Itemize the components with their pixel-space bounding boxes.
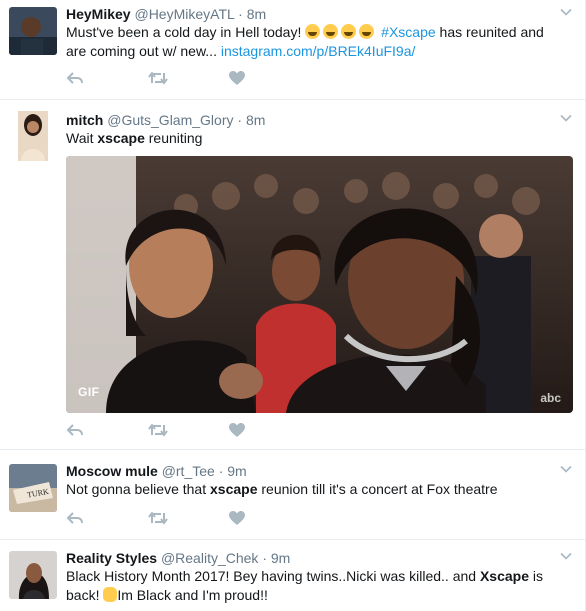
tweet-text-part: Black History Month 2017! Bey having twi… bbox=[66, 568, 480, 584]
joy-emoji bbox=[305, 24, 321, 39]
avatar[interactable] bbox=[9, 7, 57, 55]
timestamp[interactable]: 8m bbox=[246, 112, 265, 128]
user-handle[interactable]: @HeyMikeyATL bbox=[134, 6, 234, 22]
gif-media[interactable]: GIF abc bbox=[66, 156, 573, 413]
separator-dot: · bbox=[237, 112, 243, 128]
heart-icon[interactable] bbox=[228, 422, 246, 438]
display-name[interactable]: mitch bbox=[66, 112, 103, 128]
user-handle[interactable]: @rt_Tee bbox=[162, 463, 215, 479]
tweet-text: Wait xscape reuniting bbox=[66, 129, 564, 148]
tweet-actions bbox=[66, 510, 266, 530]
timestamp[interactable]: 9m bbox=[271, 550, 290, 566]
separator-dot: · bbox=[218, 463, 224, 479]
tweet[interactable]: Reality Styles @Reality_Chek · 9m Black … bbox=[0, 540, 585, 611]
tweet-text: Black History Month 2017! Bey having twi… bbox=[66, 567, 564, 605]
tweet-text-bold: xscape bbox=[97, 130, 145, 146]
tweet-header: mitch @Guts_Glam_Glory · 8m bbox=[66, 111, 265, 129]
tweet[interactable]: HeyMikey @HeyMikeyATL · 8m Must've been … bbox=[0, 0, 585, 100]
tweet-text-bold: xscape bbox=[210, 481, 258, 497]
tweet-text: Not gonna believe that xscape reunion ti… bbox=[66, 480, 564, 499]
timestamp[interactable]: 9m bbox=[227, 463, 246, 479]
display-name[interactable]: HeyMikey bbox=[66, 6, 131, 22]
joy-emoji-group bbox=[305, 24, 377, 40]
reply-icon[interactable] bbox=[66, 510, 84, 526]
tweet-header: HeyMikey @HeyMikeyATL · 8m bbox=[66, 5, 266, 23]
gif-frame bbox=[66, 156, 573, 413]
tweet-feed: HeyMikey @HeyMikeyATL · 8m Must've been … bbox=[0, 0, 586, 611]
tweet-text-part: Wait bbox=[66, 130, 98, 146]
retweet-icon[interactable] bbox=[148, 510, 168, 526]
joy-emoji bbox=[323, 24, 339, 39]
chevron-down-icon[interactable] bbox=[560, 112, 572, 124]
tweet[interactable]: mitch @Guts_Glam_Glory · 8m Wait xscape … bbox=[0, 100, 585, 450]
chevron-down-icon[interactable] bbox=[560, 6, 572, 18]
timestamp[interactable]: 8m bbox=[247, 6, 266, 22]
user-handle[interactable]: @Reality_Chek bbox=[161, 550, 258, 566]
joy-emoji bbox=[359, 24, 375, 39]
tweet-text-part: reunion till it's a concert at Fox theat… bbox=[257, 481, 498, 497]
display-name[interactable]: Moscow mule bbox=[66, 463, 158, 479]
display-name[interactable]: Reality Styles bbox=[66, 550, 157, 566]
avatar[interactable]: TURK bbox=[9, 464, 57, 512]
gif-badge: GIF bbox=[78, 385, 100, 399]
url-link[interactable]: instagram.com/p/BREk4IuFI9a/ bbox=[221, 43, 416, 59]
chevron-down-icon[interactable] bbox=[560, 463, 572, 475]
heart-icon[interactable] bbox=[228, 510, 246, 526]
reply-icon[interactable] bbox=[66, 422, 84, 438]
tweet-text: Must've been a cold day in Hell today! #… bbox=[66, 23, 564, 61]
separator-dot: · bbox=[262, 550, 267, 566]
tweet-actions bbox=[66, 422, 266, 442]
watermark: abc bbox=[540, 391, 561, 405]
separator-dot: · bbox=[238, 6, 243, 22]
reply-icon[interactable] bbox=[66, 70, 84, 86]
user-handle[interactable]: @Guts_Glam_Glory bbox=[107, 112, 233, 128]
tweet-text-part: Not gonna believe that bbox=[66, 481, 210, 497]
avatar[interactable] bbox=[18, 111, 48, 161]
retweet-icon[interactable] bbox=[148, 70, 168, 86]
heart-icon[interactable] bbox=[228, 70, 246, 86]
chevron-down-icon[interactable] bbox=[560, 550, 572, 562]
tweet-text-bold: Xscape bbox=[479, 568, 530, 584]
hashtag-link[interactable]: #Xscape bbox=[381, 24, 435, 40]
tweet[interactable]: TURK Moscow mule @rt_Tee · 9m Not gonna … bbox=[0, 450, 585, 540]
tweet-text-part: reuniting bbox=[144, 130, 203, 146]
joy-emoji bbox=[341, 24, 357, 39]
tweet-text-part: Im Black and I'm proud!! bbox=[117, 587, 268, 603]
tweet-header: Moscow mule @rt_Tee · 9m bbox=[66, 462, 247, 480]
retweet-icon[interactable] bbox=[148, 422, 168, 438]
tweet-actions bbox=[66, 70, 266, 90]
avatar[interactable] bbox=[9, 551, 57, 599]
tweet-text-part: Must've been a cold day in Hell today! bbox=[66, 24, 302, 40]
tweet-header: Reality Styles @Reality_Chek · 9m bbox=[66, 549, 290, 567]
raised-fist-emoji bbox=[103, 587, 118, 602]
